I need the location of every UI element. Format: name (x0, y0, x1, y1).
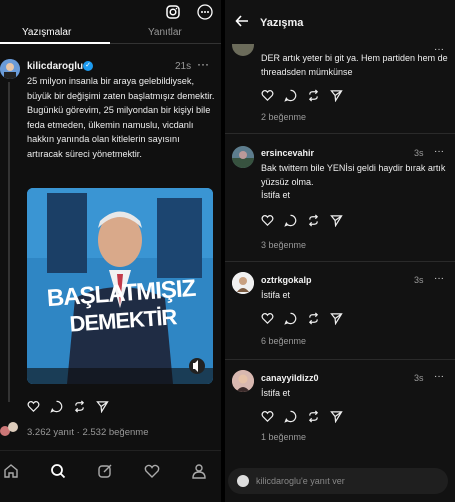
post-actions (27, 400, 109, 418)
reply-likes[interactable]: 2 beğenme (261, 112, 306, 122)
reply-item: oztrkgokalp 3s ··· İstifa et 6 beğenme (225, 262, 455, 360)
post-pane: Yazışmalar Yanıtlar kilicdaroglu ✓ 21s ·… (0, 0, 223, 502)
like-icon[interactable] (27, 400, 40, 418)
post-image[interactable]: BAŞLATMIŞIZ DEMEKTİR (27, 188, 213, 384)
reply-item: ersincevahir 3s ··· Bak twittern bile YE… (225, 134, 455, 262)
reply-avatar[interactable] (232, 146, 254, 168)
post-time: 21s (175, 61, 192, 72)
like-icon[interactable] (261, 89, 274, 107)
like-icon[interactable] (261, 312, 274, 330)
top-bar (0, 0, 221, 24)
mute-icon[interactable] (189, 358, 205, 374)
author-avatar[interactable] (0, 59, 20, 79)
activity-icon[interactable] (144, 463, 160, 484)
comment-icon[interactable] (284, 89, 297, 107)
reply-username[interactable]: oztrkgokalp (261, 275, 312, 285)
reply-avatar[interactable] (232, 44, 254, 56)
reply-input[interactable]: kilicdaroglu'e yanıt ver (228, 468, 448, 494)
comment-icon[interactable] (284, 312, 297, 330)
profile-tabs: Yazışmalar Yanıtlar (0, 24, 221, 44)
thread-line (8, 82, 10, 402)
own-avatar (237, 475, 249, 487)
more-options-icon[interactable] (197, 4, 213, 25)
reply-more-button[interactable]: ··· (434, 146, 444, 157)
reply-actions (261, 214, 343, 232)
image-caption: BAŞLATMIŞIZ DEMEKTİR (45, 275, 198, 339)
reply-avatar[interactable] (232, 272, 254, 294)
reply-time: 3s (414, 373, 424, 383)
profile-icon[interactable] (191, 463, 207, 484)
post-author[interactable]: kilicdaroglu (27, 61, 83, 72)
post-stats[interactable]: 3.262 yanıt · 2.532 beğenme (27, 427, 148, 438)
share-icon[interactable] (330, 312, 343, 330)
reply-likes[interactable]: 1 beğenme (261, 432, 306, 442)
reply-text: İstifa et (261, 290, 291, 300)
thread-pane: Yazışma ··· DER artık yeter bi git ya. H… (225, 0, 455, 502)
tab-threads[interactable]: Yazışmalar (22, 27, 71, 38)
repost-icon[interactable] (307, 214, 320, 232)
home-icon[interactable] (3, 463, 19, 484)
instagram-icon[interactable] (166, 5, 180, 24)
reply-actions (261, 410, 343, 428)
reply-likes[interactable]: 3 beğenme (261, 240, 306, 250)
reply-text: Bak twittern bile YENİsi geldi haydir bı… (261, 163, 446, 200)
like-icon[interactable] (261, 214, 274, 232)
repost-icon[interactable] (307, 312, 320, 330)
like-icon[interactable] (261, 410, 274, 428)
reply-time: 3s (414, 275, 424, 285)
search-icon[interactable] (50, 463, 66, 484)
active-tab-indicator (0, 42, 110, 44)
reply-actions (261, 312, 343, 330)
reply-item: canayyildizz0 3s ··· İstifa et 1 beğenme (225, 360, 455, 460)
back-arrow-icon[interactable] (235, 14, 249, 31)
reply-more-button[interactable]: ··· (434, 273, 444, 284)
post-more-button[interactable]: ··· (197, 57, 209, 71)
comment-icon[interactable] (50, 400, 63, 418)
compose-icon[interactable] (97, 463, 113, 484)
share-icon[interactable] (330, 89, 343, 107)
bottom-nav (0, 450, 221, 502)
repost-icon[interactable] (73, 400, 86, 418)
reply-username[interactable]: canayyildizz0 (261, 373, 319, 383)
comment-icon[interactable] (284, 410, 297, 428)
comment-icon[interactable] (284, 214, 297, 232)
reply-input-placeholder: kilicdaroglu'e yanıt ver (256, 476, 345, 486)
reply-item: ··· DER artık yeter bi git ya. Hem parti… (225, 44, 455, 134)
reply-username[interactable]: ersincevahir (261, 148, 314, 158)
share-icon[interactable] (96, 400, 109, 418)
thread-header: Yazışma (225, 0, 455, 44)
verified-icon: ✓ (83, 61, 93, 71)
reply-time: 3s (414, 148, 424, 158)
reply-avatar[interactable] (232, 370, 254, 392)
reply-more-button[interactable]: ··· (434, 371, 444, 382)
reply-likes[interactable]: 6 beğenme (261, 336, 306, 346)
tab-replies[interactable]: Yanıtlar (148, 27, 182, 38)
share-icon[interactable] (330, 410, 343, 428)
reply-text: DER artık yeter bi git ya. Hem partiden … (261, 53, 448, 77)
repost-icon[interactable] (307, 89, 320, 107)
reply-text: İstifa et (261, 388, 291, 398)
reply-avatars (0, 422, 20, 436)
reply-actions (261, 89, 343, 107)
thread-title: Yazışma (260, 17, 304, 29)
share-icon[interactable] (330, 214, 343, 232)
post-text: 25 milyon insanla bir araya gelebildiyse… (27, 76, 215, 159)
repost-icon[interactable] (307, 410, 320, 428)
